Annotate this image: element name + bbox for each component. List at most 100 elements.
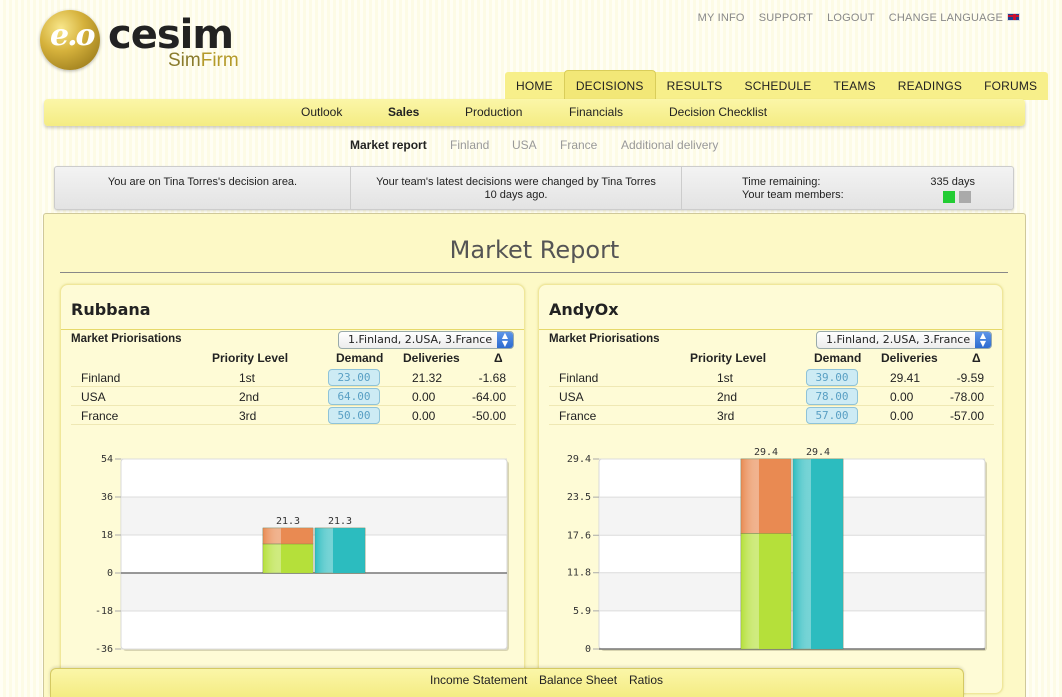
- logout-link[interactable]: LOGOUT: [827, 12, 875, 24]
- market-name: France: [81, 409, 119, 423]
- market-priorisations-label: Market Priorisations: [71, 333, 182, 345]
- plot-area: [598, 458, 986, 650]
- bar-segment-shade: [741, 459, 791, 534]
- market-name: France: [559, 409, 597, 423]
- tab-additional-delivery[interactable]: Additional delivery: [621, 138, 718, 152]
- subnav-production[interactable]: Production: [465, 105, 522, 119]
- demand-value: 39.00: [806, 369, 858, 386]
- deliveries-value: 0.00: [890, 409, 914, 423]
- page-title: Market Report: [449, 236, 620, 264]
- tab-usa[interactable]: USA: [512, 138, 537, 152]
- latest-change-text: Your team's latest decisions were change…: [376, 176, 656, 201]
- subnav-sales[interactable]: Sales: [388, 105, 419, 119]
- y-tick-label: 0: [585, 644, 591, 655]
- logo-subtitle: SimFirm: [168, 50, 239, 71]
- deliveries-value: 21.32: [412, 371, 443, 385]
- my-info-link[interactable]: MY INFO: [698, 12, 745, 24]
- decision-area-text: You are on Tina Torres's decision area.: [107, 176, 298, 188]
- table-row: USA 2nd 78.00 0.00 -78.00: [549, 387, 994, 406]
- market-priorisations-label: Market Priorisations: [549, 333, 660, 345]
- nav-readings[interactable]: READINGS: [887, 72, 973, 100]
- table-row: Finland 1st 39.00 29.41 -9.59: [549, 368, 994, 387]
- deliveries-chart: 54 36 18 0 -18 -36 21.3 21.3: [95, 454, 509, 655]
- info-divider: [681, 167, 682, 209]
- market-report-panel: Market Report Rubbana Market Priorisation…: [43, 213, 1026, 697]
- bar-segment-shade: [741, 533, 791, 649]
- demand-value: 57.00: [806, 407, 858, 424]
- subnav-decision-checklist[interactable]: Decision Checklist: [669, 105, 767, 119]
- delta-value: -9.59: [956, 371, 984, 385]
- header-delta: Δ: [494, 351, 503, 365]
- support-link[interactable]: SUPPORT: [759, 12, 813, 24]
- nav-teams[interactable]: TEAMS: [822, 72, 886, 100]
- priority-level: 2nd: [717, 390, 738, 404]
- time-remaining-label: Time remaining: Your team members:: [742, 176, 844, 201]
- ratios-link[interactable]: Ratios: [629, 673, 663, 687]
- y-tick-label: 0: [107, 568, 113, 579]
- bar-value-label: 29.4: [806, 447, 830, 458]
- y-tick-label: 23.5: [567, 492, 591, 503]
- priority-level: 2nd: [239, 390, 260, 404]
- y-tick-label: 36: [101, 492, 113, 503]
- market-priorisation-select[interactable]: 1.Finland, 2.USA, 3.France ▲ ▼: [816, 331, 992, 349]
- top-links: MY INFO SUPPORT LOGOUT CHANGE LANGUAGE: [698, 12, 1020, 24]
- deliveries-value: 29.41: [890, 371, 921, 385]
- delta-value: -1.68: [478, 371, 506, 385]
- delta-value: -57.00: [949, 409, 984, 423]
- team-card-rubbana: Rubbana Market Priorisations 1.Finland, 2.…: [60, 284, 525, 694]
- nav-home[interactable]: HOME: [505, 72, 564, 100]
- card-divider: [61, 329, 524, 330]
- bar-value-label: 29.4: [754, 447, 778, 458]
- nav-schedule[interactable]: SCHEDULE: [733, 72, 822, 100]
- priority-level: 1st: [717, 371, 734, 385]
- nav-decisions[interactable]: DECISIONS: [563, 70, 656, 100]
- market-name: USA: [81, 390, 106, 404]
- table-row: France 3rd 57.00 0.00 -57.00: [549, 406, 994, 425]
- subnav-financials[interactable]: Financials: [569, 105, 623, 119]
- market-priorisation-select[interactable]: 1.Finland, 2.USA, 3.France ▲ ▼: [338, 331, 514, 349]
- table-row: USA 2nd 64.00 0.00 -64.00: [71, 387, 516, 406]
- header-demand: Demand: [814, 351, 862, 365]
- deliveries-value: 0.00: [412, 390, 436, 404]
- grid-band: [600, 497, 984, 536]
- table-row: France 3rd 50.00 0.00 -50.00: [71, 406, 516, 425]
- priority-level: 3rd: [717, 409, 735, 423]
- subnav-outlook[interactable]: Outlook: [301, 105, 342, 119]
- bar-segment-shade: [315, 528, 365, 573]
- y-tick-label: 18: [101, 530, 113, 541]
- header-priority: Priority Level: [212, 351, 289, 365]
- team-member-status: [959, 191, 971, 203]
- team-name: AndyOx: [549, 300, 619, 319]
- nav-forums[interactable]: FORUMS: [973, 72, 1048, 100]
- balance-sheet-link[interactable]: Balance Sheet: [539, 673, 617, 687]
- sub-nav: Outlook Sales Production Financials Deci…: [44, 99, 1025, 126]
- select-arrows-icon: ▲ ▼: [497, 332, 513, 348]
- tab-market-report[interactable]: Market report: [350, 138, 427, 152]
- grid-band: [122, 573, 506, 611]
- globe-logo-icon: e.o: [40, 10, 100, 70]
- priority-level: 3rd: [239, 409, 257, 423]
- plot-area: [120, 458, 508, 650]
- nav-results[interactable]: RESULTS: [656, 72, 734, 100]
- header-delta: Δ: [972, 351, 981, 365]
- y-tick-label: -18: [95, 606, 113, 617]
- cesim-logo[interactable]: e.o cesim SimFirm: [40, 10, 260, 72]
- change-language-link[interactable]: CHANGE LANGUAGE: [889, 12, 1020, 24]
- y-tick-label: 17.6: [567, 530, 591, 541]
- tab-finland[interactable]: Finland: [450, 138, 489, 152]
- y-tick-label: -36: [95, 644, 113, 655]
- team-member-status: [943, 191, 955, 203]
- income-statement-link[interactable]: Income Statement: [430, 673, 527, 687]
- team-card-andyox: AndyOx Market Priorisations 1.Finland, 2.U…: [538, 284, 1003, 694]
- info-bar: You are on Tina Torres's decision area. …: [54, 166, 1014, 210]
- bar-value-label: 21.3: [276, 516, 300, 527]
- header-demand: Demand: [336, 351, 384, 365]
- title-divider: [60, 272, 1008, 273]
- tab-france[interactable]: France: [560, 138, 597, 152]
- grid-band: [600, 572, 984, 611]
- deliveries-chart: 29.4 23.5 17.6 11.8 5.9 0 29.4 29.4: [567, 447, 987, 655]
- priority-level: 1st: [239, 371, 256, 385]
- y-tick-label: 5.9: [573, 606, 591, 617]
- header-priority: Priority Level: [690, 351, 767, 365]
- deliveries-value: 0.00: [890, 390, 914, 404]
